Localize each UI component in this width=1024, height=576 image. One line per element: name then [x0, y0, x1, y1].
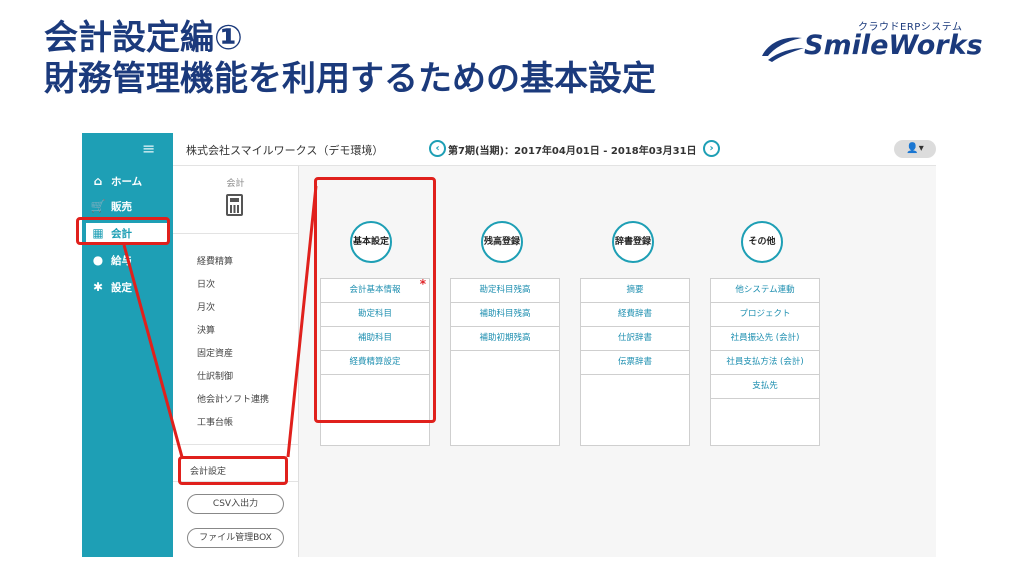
cart-icon: 🛒 [90, 199, 106, 213]
gear-icon: ✱ [92, 280, 104, 294]
subnav-header: 会計 [173, 166, 298, 234]
link-employee-payment[interactable]: 社員支払方法 (会計) [711, 351, 819, 375]
subnav-item[interactable]: 月次 [197, 300, 215, 313]
link-sub-initial-balance[interactable]: 補助初期残高 [451, 327, 559, 351]
link-expense-dictionary[interactable]: 経費辞書 [581, 303, 689, 327]
balance-registration-card: 勘定科目残高 補助科目残高 補助初期残高 [450, 278, 560, 446]
link-slip-dictionary[interactable]: 伝票辞書 [581, 351, 689, 375]
app-screenshot: ≡ ⌂ ホーム 🛒 販売 ▦ 会計 ● 給与 ✱ 設定 株式会社スマイルワークス… [82, 133, 936, 557]
menu-icon[interactable]: ≡ [142, 139, 155, 158]
subnav-item[interactable]: 経費精算 [197, 254, 233, 267]
user-menu-button[interactable]: 👤▾ [894, 140, 936, 158]
link-project[interactable]: プロジェクト [711, 303, 819, 327]
logo-name: SmileWorks [804, 30, 983, 61]
link-summary[interactable]: 摘要 [581, 279, 689, 303]
subnav-title: 会計 [226, 179, 245, 189]
subnav-item[interactable]: 決算 [197, 323, 215, 336]
file-box-button[interactable]: ファイル管理BOX [187, 528, 284, 548]
smileworks-logo: クラウドERPシステム SmileWorks [758, 14, 1008, 74]
sub-navigation: 会計 経費精算 日次 月次 決算 固定資産 仕訳制御 他会計ソフト連携 工事台帳… [173, 166, 299, 557]
divider [173, 444, 298, 445]
subnav-item[interactable]: 工事台帳 [197, 415, 233, 428]
sidebar-item-payroll[interactable]: ● 給与 [90, 250, 170, 270]
calculator-icon [226, 194, 243, 216]
dictionary-registration-card: 摘要 経費辞書 仕訳辞書 伝票辞書 [580, 278, 690, 446]
sidebar-item-label: ホーム [111, 175, 143, 188]
highlight-basic-settings [314, 177, 436, 423]
money-bag-icon: ● [92, 253, 104, 267]
top-bar: 株式会社スマイルワークス（デモ環境） ‹ 第7期(当期)：2017年04月01日… [173, 133, 936, 166]
fiscal-period: 第7期(当期)：2017年04月01日 - 2018年03月31日 [448, 146, 697, 157]
highlight-accounting-nav [76, 217, 170, 245]
subnav-item[interactable]: 固定資産 [197, 346, 233, 359]
logo-swoosh-icon [762, 37, 804, 62]
csv-io-button[interactable]: CSV入出力 [187, 494, 284, 514]
slide-title-line2: 財務管理機能を利用するための基本設定 [44, 59, 656, 100]
category-dictionary-registration: 辞書登録 [612, 221, 654, 263]
link-payee[interactable]: 支払先 [711, 375, 819, 399]
category-other: その他 [741, 221, 783, 263]
link-journal-dictionary[interactable]: 仕訳辞書 [581, 327, 689, 351]
sidebar-item-label: 設定 [111, 281, 132, 294]
slide-title: 会計設定編① 財務管理機能を利用するための基本設定 [44, 18, 656, 101]
subnav-item[interactable]: 他会計ソフト連携 [197, 392, 269, 405]
next-period-icon[interactable]: › [703, 140, 720, 157]
sidebar: ≡ ⌂ ホーム 🛒 販売 ▦ 会計 ● 給与 ✱ 設定 [82, 133, 173, 557]
link-employee-bank[interactable]: 社員振込先 (会計) [711, 327, 819, 351]
link-system-integration[interactable]: 他システム連動 [711, 279, 819, 303]
company-name: 株式会社スマイルワークス（デモ環境） [186, 144, 384, 157]
sidebar-item-label: 販売 [111, 200, 132, 213]
highlight-accounting-settings [178, 456, 288, 485]
home-icon: ⌂ [93, 174, 103, 188]
link-sub-account-balance[interactable]: 補助科目残高 [451, 303, 559, 327]
subnav-item[interactable]: 仕訳制御 [197, 369, 233, 382]
sidebar-item-settings[interactable]: ✱ 設定 [90, 277, 170, 297]
prev-period-icon[interactable]: ‹ [429, 140, 446, 157]
other-card: 他システム連動 プロジェクト 社員振込先 (会計) 社員支払方法 (会計) 支払… [710, 278, 820, 446]
link-account-balance[interactable]: 勘定科目残高 [451, 279, 559, 303]
sidebar-item-label: 給与 [111, 254, 132, 267]
subnav-item[interactable]: 日次 [197, 277, 215, 290]
sidebar-item-home[interactable]: ⌂ ホーム [90, 171, 170, 191]
slide-title-line1: 会計設定編① [44, 18, 243, 58]
sidebar-item-sales[interactable]: 🛒 販売 [90, 196, 170, 216]
category-balance-registration: 残高登録 [481, 221, 523, 263]
